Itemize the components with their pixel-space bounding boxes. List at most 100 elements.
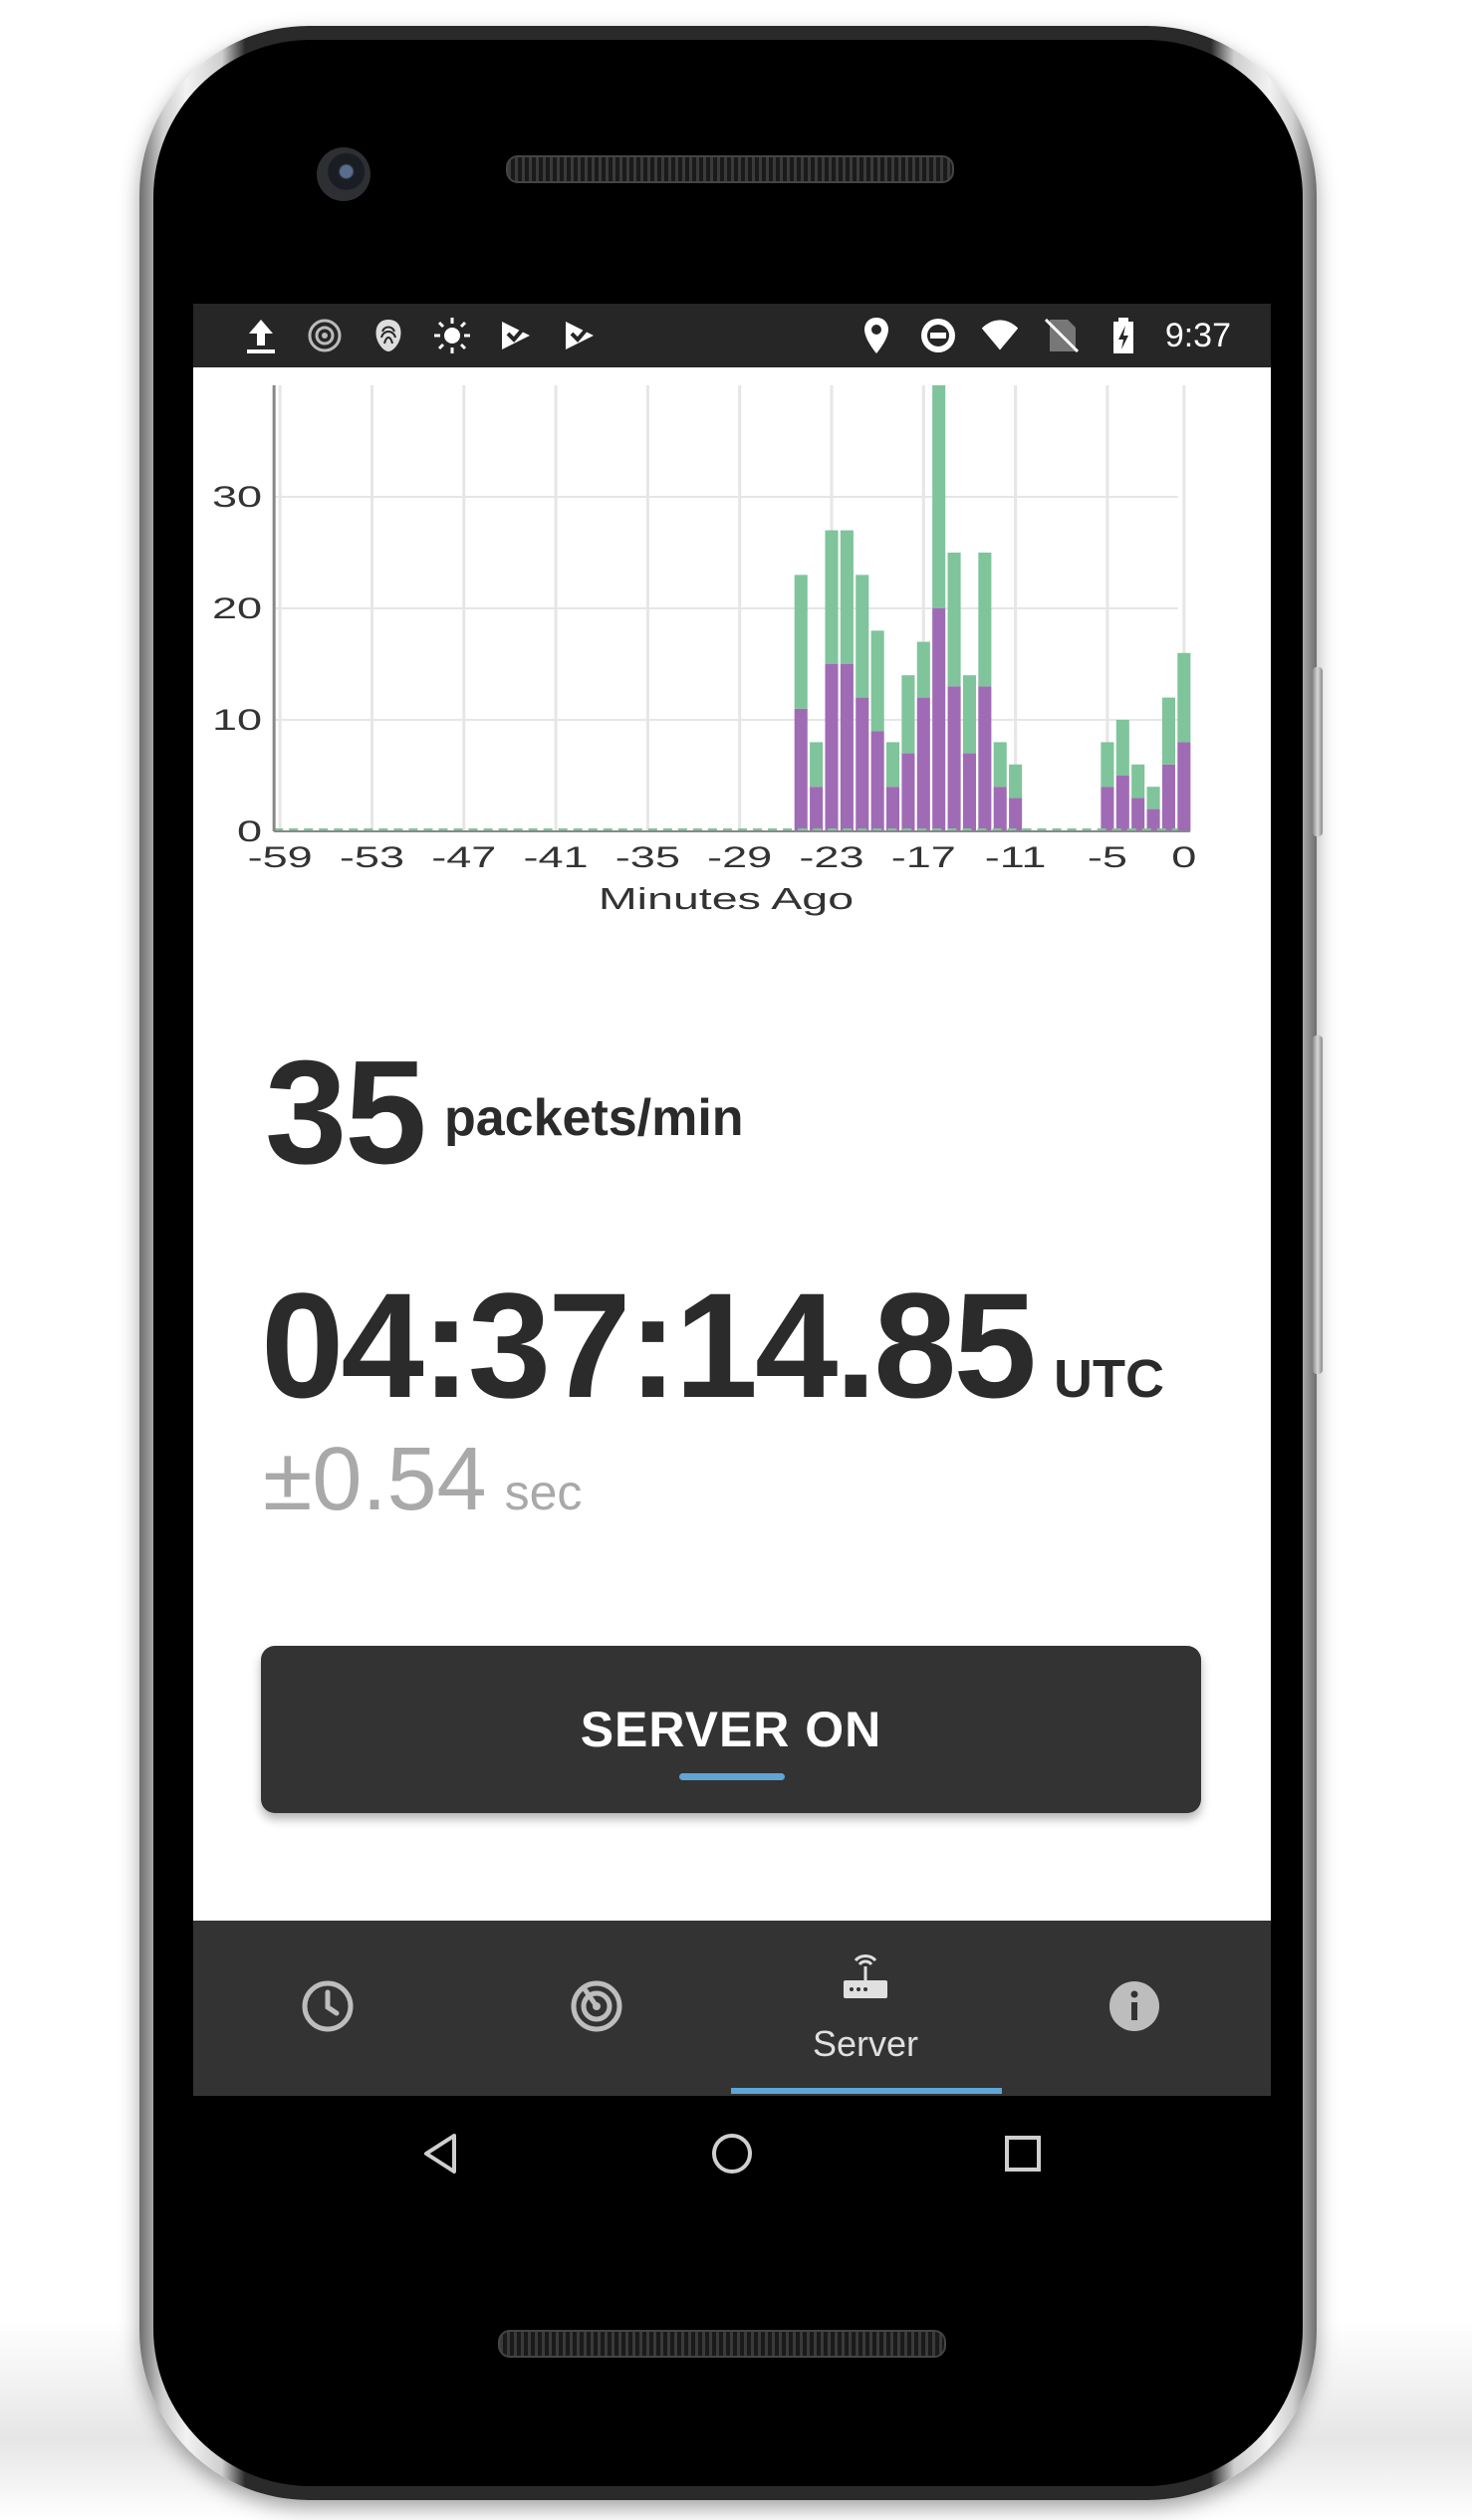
chart-bar-segment xyxy=(932,385,946,608)
chart-bar-segment xyxy=(1177,652,1191,743)
y-tick-label: 20 xyxy=(212,591,262,625)
x-tick-label: -17 xyxy=(891,840,956,874)
chart-bar-segment xyxy=(1161,764,1175,831)
x-tick-label: -41 xyxy=(523,840,588,874)
y-tick-label: 30 xyxy=(212,480,262,514)
chart-bar-segment xyxy=(932,608,946,831)
brightness-icon xyxy=(432,316,472,355)
chart-bar-segment xyxy=(840,530,854,664)
x-tick-label: -29 xyxy=(707,840,772,874)
nav-active-indicator xyxy=(731,2088,1002,2094)
packet-chart: 0 10 20 30 -59 -53 -47 -41 -35 -29 -23 -17 -11 -5 0 Mi… xyxy=(193,367,1271,965)
status-time: 9:37 xyxy=(1164,316,1231,354)
utc-time-value: 04:37:14.85 xyxy=(261,1261,1037,1429)
x-tick-label: -11 xyxy=(985,840,1047,874)
chart-bar-segment xyxy=(1131,798,1145,831)
battery-charging-icon xyxy=(1104,316,1143,355)
back-button[interactable] xyxy=(410,2126,470,2185)
chart-bar-segment xyxy=(1009,798,1023,831)
accuracy-value: ±0.54 xyxy=(263,1430,487,1529)
no-sim-icon xyxy=(1042,316,1082,355)
chart-bar-segment xyxy=(810,742,824,788)
radar-icon xyxy=(569,1978,624,2039)
nav-tab-server[interactable]: Server xyxy=(731,1921,1000,2096)
chart-bar-segment xyxy=(794,708,808,831)
chart-bar-segment xyxy=(947,553,961,687)
chart-bar-segment xyxy=(962,675,976,754)
x-tick-label: -23 xyxy=(799,840,863,874)
chart-bar-segment xyxy=(870,630,884,732)
wifi-icon xyxy=(980,316,1020,355)
gps-target-icon xyxy=(305,316,345,355)
clock-icon xyxy=(300,1978,356,2039)
router-icon xyxy=(838,1952,893,2013)
top-speaker xyxy=(506,155,954,183)
chart-bar-segment xyxy=(1009,764,1023,799)
chart-bar-segment xyxy=(1101,787,1114,831)
server-toggle-label: SERVER ON xyxy=(580,1702,882,1757)
chart-bar-segment xyxy=(885,742,900,788)
chart-bar-segment xyxy=(1101,742,1114,788)
x-tick-label: 0 xyxy=(1171,840,1196,874)
server-toggle-button[interactable]: SERVER ON xyxy=(261,1646,1201,1813)
time-accuracy: ±0.54 sec xyxy=(263,1429,582,1531)
chart-bar-segment xyxy=(794,574,808,709)
chart-bar-segment xyxy=(825,664,839,831)
y-tick-label: 10 xyxy=(212,703,262,737)
nav-tab-server-label: Server xyxy=(812,2022,919,2064)
utc-time-unit: UTC xyxy=(1053,1349,1164,1409)
bottom-navigation: Server xyxy=(193,1921,1271,2096)
chart-bar-segment xyxy=(1115,776,1129,831)
notification-icons xyxy=(241,304,600,367)
nav-tab-radar[interactable] xyxy=(462,1921,731,2096)
chart-bar-segment xyxy=(993,787,1007,831)
chart-bar-segment xyxy=(916,641,930,698)
chart-bar-segment xyxy=(1177,742,1191,831)
location-icon xyxy=(857,316,896,355)
accuracy-unit: sec xyxy=(504,1465,583,1520)
screen: 9:37 0 10 20 30 -59 -53 -47 -41 -35 -29 -23 -17 -11 -… xyxy=(193,304,1271,2096)
x-tick-label: -53 xyxy=(340,840,404,874)
chart-bar-segment xyxy=(856,574,869,698)
system-status-icons: 9:37 xyxy=(857,304,1231,367)
packet-rate-unit: packets/min xyxy=(444,1089,744,1147)
chart-bar-segment xyxy=(1146,787,1160,809)
chart-bar-segment xyxy=(916,697,930,831)
packet-rate: 35 packets/min xyxy=(265,1029,744,1195)
recents-icon xyxy=(1003,2134,1043,2178)
chart-bar-segment xyxy=(1115,720,1129,776)
chart-bar-segment xyxy=(885,787,900,831)
x-tick-label: -35 xyxy=(615,840,680,874)
bottom-speaker xyxy=(498,2330,946,2358)
chart-bar-segment xyxy=(1131,764,1145,799)
home-button[interactable] xyxy=(702,2126,762,2185)
chart-bar-segment xyxy=(901,675,915,754)
x-tick-label: -47 xyxy=(431,840,496,874)
nav-tab-clock[interactable] xyxy=(193,1921,462,2096)
chart-bar-segment xyxy=(870,731,884,831)
back-icon xyxy=(420,2132,460,2180)
chart-bar-segment xyxy=(978,686,992,831)
chart-bar-segment xyxy=(1161,697,1175,765)
chart-bar-segment xyxy=(962,753,976,831)
chart-bar-segment xyxy=(825,530,839,664)
chart-bar-segment xyxy=(978,553,992,687)
chart-bar-segment xyxy=(810,787,824,831)
info-icon xyxy=(1106,1978,1162,2039)
home-icon xyxy=(710,2132,754,2180)
system-navigation-bar xyxy=(193,2096,1271,2215)
recents-button[interactable] xyxy=(993,2126,1053,2185)
fingerprint-icon xyxy=(368,316,408,355)
power-button xyxy=(1313,667,1323,836)
chart-bar-segment xyxy=(947,686,961,831)
status-bar: 9:37 xyxy=(193,304,1271,367)
server-on-indicator xyxy=(679,1773,785,1780)
x-tick-label: -59 xyxy=(248,840,313,874)
packet-chart-svg: 0102030-59 -53 -47 -41 -35 -29 -23 -17 -11 -5 0 Mi… xyxy=(212,385,1196,916)
chart-bar-segment xyxy=(856,697,869,831)
volume-button xyxy=(1313,1035,1323,1374)
front-camera xyxy=(317,147,370,201)
nav-tab-info[interactable] xyxy=(1000,1921,1269,2096)
chart-bar-segment xyxy=(901,753,915,831)
ticktick-icon xyxy=(496,316,536,355)
